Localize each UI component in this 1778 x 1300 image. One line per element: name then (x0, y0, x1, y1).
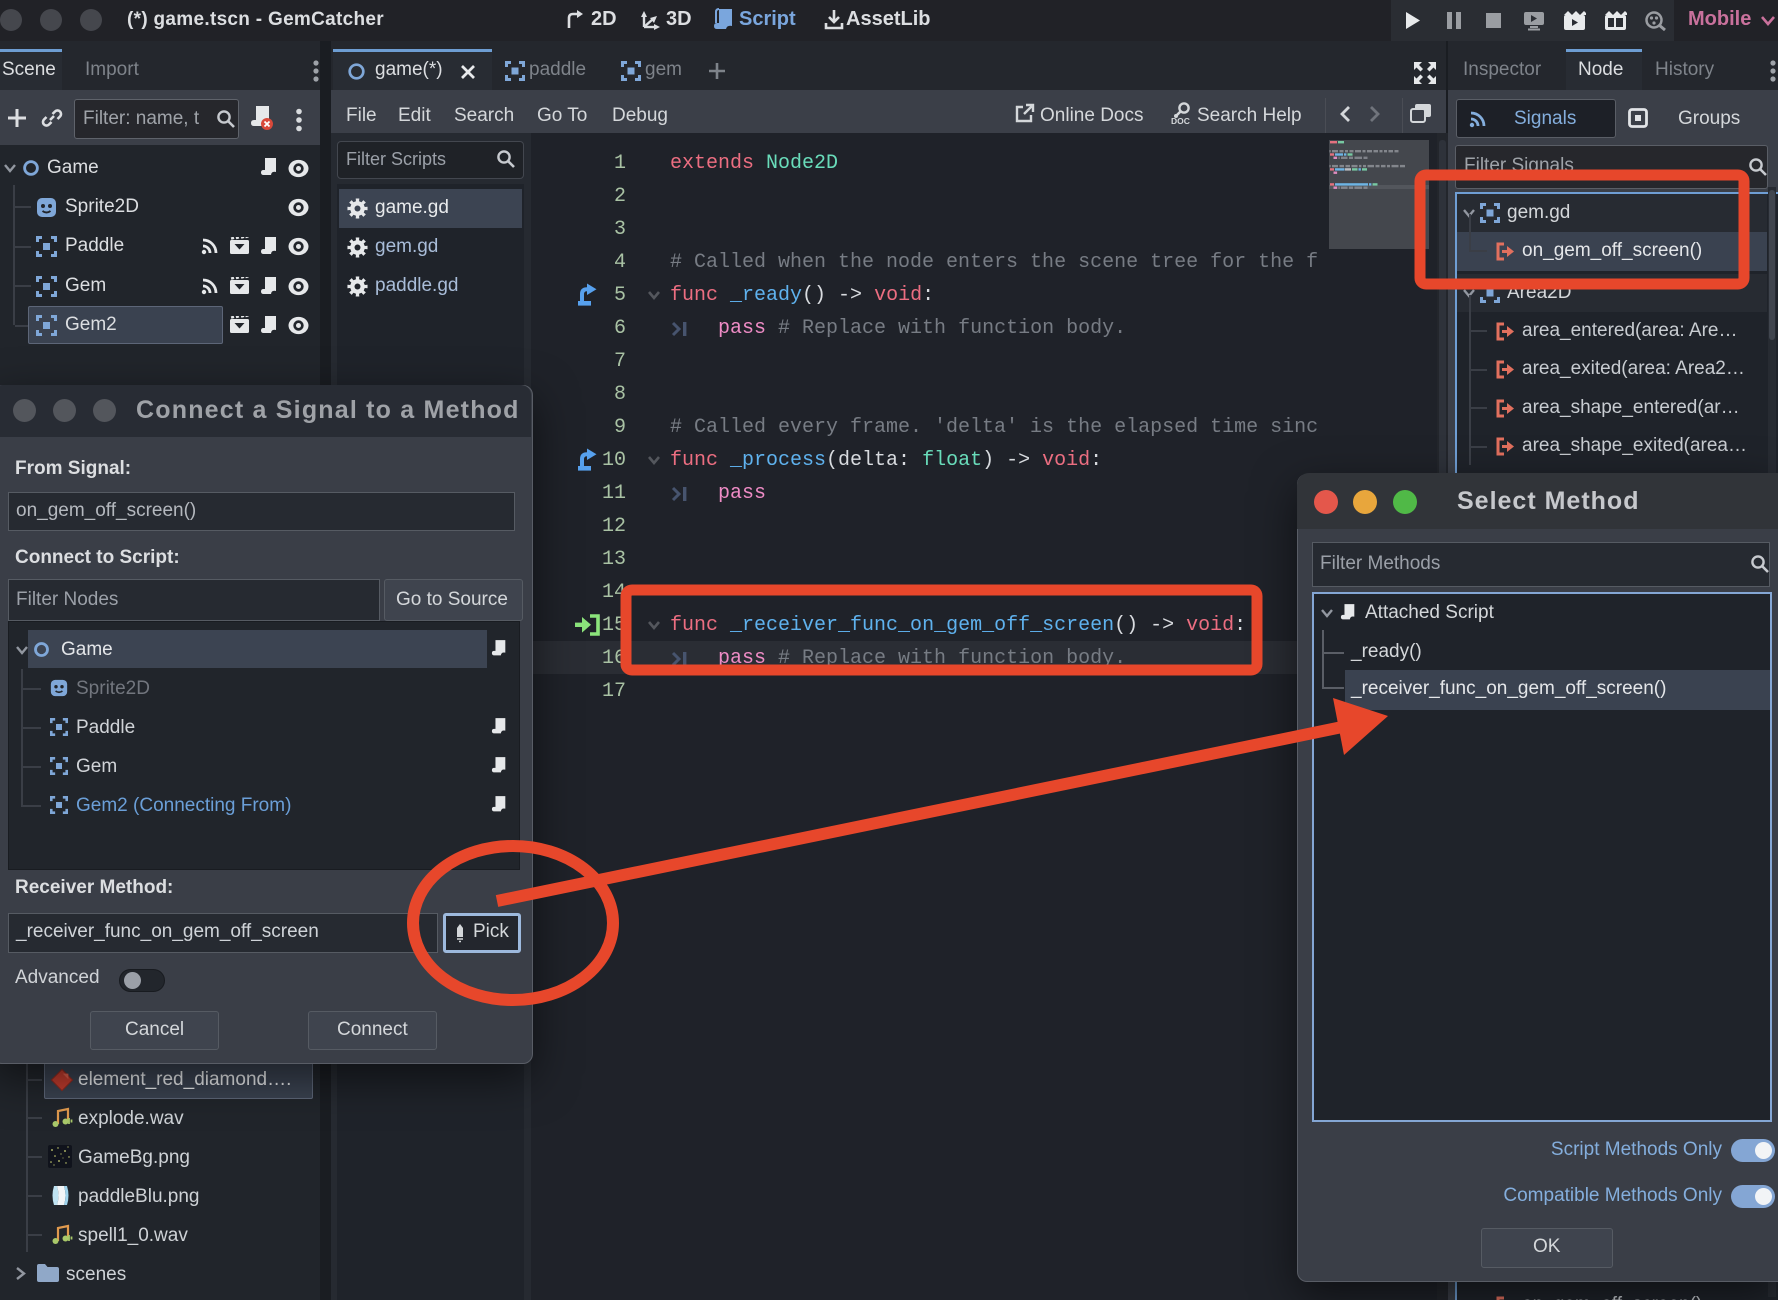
svg-text:DOC: DOC (1171, 116, 1190, 125)
